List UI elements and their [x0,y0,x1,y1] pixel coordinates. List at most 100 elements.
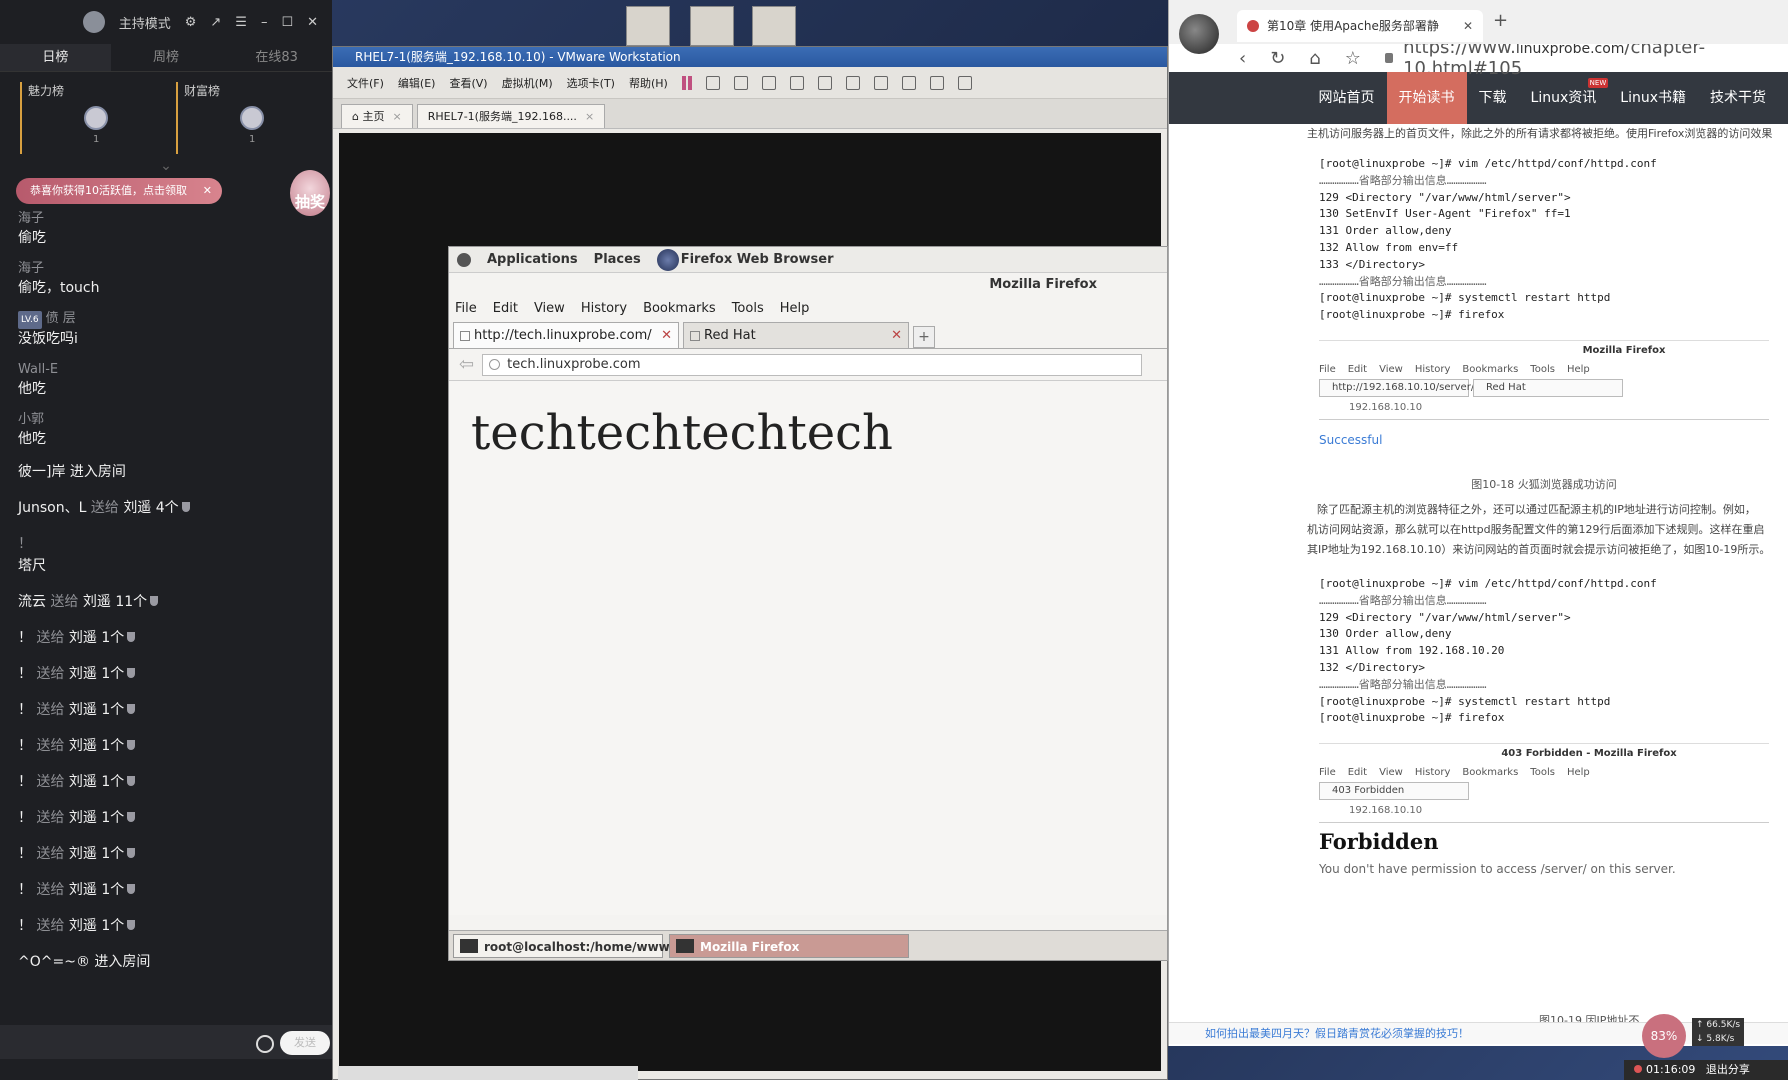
pause-icon[interactable] [681,75,692,90]
applications-menu[interactable]: Applications [487,252,578,267]
minimize-icon[interactable]: – [261,15,268,30]
gift-icon [127,920,136,930]
figure-menu-item: Edit [1347,767,1368,779]
chat-username: 海子 [18,261,45,276]
share-icon[interactable]: ↗ [210,15,221,30]
menu-tabs[interactable]: 选项卡(T) [567,75,615,91]
host-mode-label[interactable]: 主持模式 [119,13,171,32]
nav-home[interactable]: 网站首页 [1307,72,1387,124]
menu-bookmarks[interactable]: Bookmarks [643,297,716,321]
settings-icon[interactable]: ⚙ [185,15,197,30]
status-strip [338,1066,638,1080]
desktop-file-icon[interactable] [626,6,670,46]
tab-vm[interactable]: RHEL7-1(服务端_192.168.... × [416,104,606,128]
desktop-file-icon[interactable] [690,6,734,46]
chat-text: 偷吃 [18,230,46,246]
tab-redhat[interactable]: Red Hat ✕ [683,322,909,348]
new-tab-button[interactable]: + [1493,10,1508,31]
snapshot-manager-icon[interactable] [789,75,804,90]
chat-username: 海子 [18,211,45,226]
task-label: Mozilla Firefox [700,940,800,954]
code-line: 131 Allow from 192.168.10.20 [1319,644,1505,658]
new-tab-button[interactable]: + [913,326,935,348]
code-line: ………………省略部分输出信息……………… [1319,677,1487,691]
menu-tools[interactable]: Tools [732,297,764,321]
chat-text: 塔尺 [18,558,46,574]
close-icon[interactable]: ✕ [661,323,672,349]
close-icon[interactable]: × [392,110,401,123]
url-input[interactable]: tech.linuxprobe.com [482,353,1143,376]
send-keys-icon[interactable] [705,75,720,90]
figure-menu-item: View [1379,767,1403,779]
avatar[interactable] [84,106,108,130]
emoji-icon[interactable] [256,1035,274,1053]
tab-tech[interactable]: http://tech.linuxprobe.com/ ✕ [453,322,679,348]
tab-chapter10[interactable]: 第10章 使用Apache服务部署静 ✕ [1237,10,1483,42]
close-icon[interactable]: ✕ [1463,10,1473,42]
close-icon[interactable]: ✕ [307,15,318,30]
menu-icon[interactable]: ☰ [235,15,247,30]
console-icon[interactable] [929,75,944,90]
library-icon[interactable] [817,75,832,90]
figure-menubar: File Edit View History Bookmarks Tools Help [1319,764,1769,782]
desktop-file-icon[interactable] [752,6,796,46]
fullscreen-icon[interactable] [873,75,888,90]
send-button[interactable]: 发送 [280,1031,330,1055]
unity-icon[interactable] [901,75,916,90]
gift-sender: ！ [18,846,37,862]
tab-weekly[interactable]: 周榜 [111,44,222,71]
close-icon[interactable]: ✕ [203,178,212,204]
tab-daily[interactable]: 日榜 [0,44,111,71]
tab-online[interactable]: 在线83 [221,44,332,71]
chevron-down-icon[interactable]: ⌄ [0,158,332,178]
nav-start-reading[interactable]: 开始读书 [1386,72,1467,124]
menu-file[interactable]: File [455,297,477,321]
avatar[interactable] [240,106,264,130]
menu-help[interactable]: Help [780,297,810,321]
nav-linux-news[interactable]: Linux资讯 NEW [1519,72,1609,124]
menu-view[interactable]: 查看(V) [449,75,487,91]
stretch-icon[interactable] [957,75,972,90]
menu-edit[interactable]: 编辑(E) [398,75,436,91]
nav-linux-books[interactable]: Linux书籍 [1608,72,1698,124]
figure-menu-item: Bookmarks [1462,363,1519,375]
menu-history[interactable]: History [581,297,627,321]
close-icon[interactable]: × [585,110,594,123]
rank-number: 1 [249,134,256,145]
places-menu[interactable]: Places [594,252,641,267]
chat-message: Wall-E 他吃 [18,361,318,399]
back-arrow-icon[interactable]: ‹ [1239,48,1246,69]
code-line: 129 <Directory "/var/www/html/server"> [1319,190,1571,204]
snapshot-icon[interactable] [733,75,748,90]
menu-view[interactable]: View [534,297,565,321]
home-icon[interactable]: ⌂ [1309,48,1320,69]
back-arrow-icon[interactable]: ⇦ [459,354,474,375]
firefox-launcher[interactable]: Firefox Web Browser [681,252,834,267]
cpu-usage[interactable]: 83% [1642,1014,1686,1058]
menu-edit[interactable]: Edit [493,297,518,321]
nav-tech[interactable]: 技术干货 [1698,72,1778,124]
task-firefox[interactable]: Mozilla Firefox [669,934,909,958]
menu-vm[interactable]: 虚拟机(M) [502,75,553,91]
reward-banner-text: 恭喜你获得10活跃值，点击领取 [30,184,187,197]
reload-icon[interactable]: ↻ [1270,48,1285,69]
avatar[interactable] [1179,14,1219,54]
menu-help[interactable]: 帮助(H) [629,75,668,91]
close-icon[interactable]: ✕ [891,323,902,349]
figure-screenshot-1: Mozilla Firefox File Edit View History Bookm… [1319,339,1769,460]
page-icon [460,331,470,341]
menu-file[interactable]: 文件(F) [347,75,384,91]
split-view-icon[interactable] [845,75,860,90]
maximize-icon[interactable]: ☐ [281,15,293,30]
gift-icon [181,502,190,512]
exit-share-button[interactable]: 退出分享 [1706,1063,1750,1076]
tab-home[interactable]: ⌂ 主页 × [341,104,413,128]
task-terminal[interactable]: root@localhost:/home/wwwroot [453,934,698,958]
chat-message: 小郭 他吃 [18,411,318,449]
star-icon[interactable]: ☆ [1345,48,1361,69]
revert-icon[interactable] [761,75,776,90]
wealth-rank: 财富榜 1 [176,82,312,154]
reward-banner[interactable]: 恭喜你获得10活跃值，点击领取 ✕ [16,178,222,204]
nav-download[interactable]: 下载 [1467,72,1519,124]
gift-action: 送给 [36,702,69,718]
